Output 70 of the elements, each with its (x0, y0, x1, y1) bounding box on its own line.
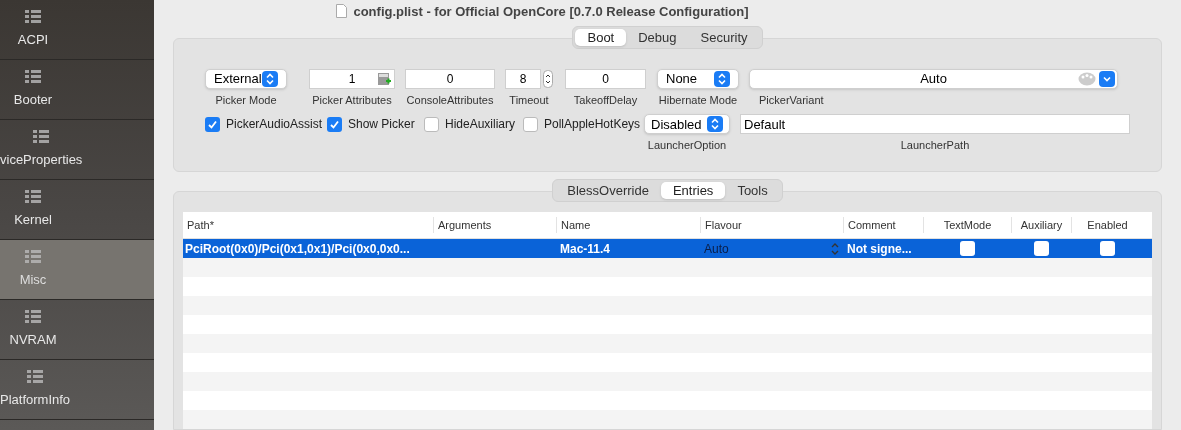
list-icon (25, 249, 41, 264)
field-label: ConsoleAttributes (406, 92, 494, 108)
tab[interactable]: BlessOverride (555, 182, 661, 199)
input-field[interactable]: 0 (405, 68, 495, 89)
list-icon (25, 309, 41, 324)
list-icon (27, 369, 44, 384)
field-label: LauncherOption (647, 138, 727, 154)
field-label: Timeout (509, 92, 549, 108)
checkbox-label: HideAuxiliary (445, 116, 516, 134)
tab[interactable]: Entries (660, 182, 726, 199)
list-icon (25, 9, 41, 24)
table-cell-text: PciRoot(0x0)/Pci(0x1,0x1)/Pci(0x0,0x0... (184, 240, 411, 258)
field-label: Picker Attributes (312, 92, 392, 108)
input-field[interactable]: 0 (565, 68, 646, 89)
popup-arrows-icon (707, 116, 723, 133)
field-label: LauncherPath (900, 138, 970, 154)
field-label: Picker Mode (215, 92, 277, 108)
popup-button[interactable]: External (205, 68, 287, 89)
column-header[interactable]: Enabled (1071, 216, 1143, 234)
sidebar-item[interactable]: Misc (0, 240, 154, 300)
checkbox[interactable] (1033, 241, 1049, 256)
checkbox[interactable] (523, 116, 538, 132)
checkbox[interactable] (205, 116, 220, 132)
field-label: TakeoffDelay (573, 92, 638, 108)
tab[interactable]: Security (688, 28, 760, 46)
sidebar-item[interactable]: PlatformInfo (0, 360, 154, 420)
checkbox[interactable] (1099, 241, 1115, 256)
checkbox-label: PickerAudioAssist (226, 116, 323, 134)
table-row[interactable]: PciRoot(0x0)/Pci(0x1,0x1)/Pci(0x0,0x0... Mac-11.4 Auto Not signe... (183, 239, 1152, 258)
stepper-icon[interactable] (543, 69, 553, 88)
sidebar-item[interactable]: Booter (0, 60, 154, 120)
tab[interactable]: Tools (725, 182, 780, 199)
column-header[interactable]: TextMode (923, 216, 1011, 234)
sidebar-item[interactable]: viceProperties (0, 120, 154, 180)
column-header[interactable]: Flavour (700, 216, 843, 234)
column-header[interactable]: Arguments (433, 216, 556, 234)
list-icon (25, 189, 41, 204)
tab[interactable]: Boot (575, 28, 627, 46)
popup-button[interactable]: None (657, 68, 739, 89)
column-header[interactable]: Comment (843, 216, 923, 234)
input-field[interactable]: 1 (309, 68, 395, 89)
popup-arrows-icon (714, 70, 730, 87)
input-field[interactable]: 8 (505, 68, 541, 89)
checkbox-label: PollAppleHotKeys (544, 116, 641, 134)
column-header[interactable]: Auxiliary (1011, 216, 1071, 234)
popup-arrows-icon (262, 70, 278, 87)
combo-box[interactable]: Auto (749, 68, 1118, 89)
field-label: PickerVariant (759, 92, 824, 108)
popup-button[interactable]: Disabled (644, 114, 730, 135)
checkbox[interactable] (424, 116, 439, 132)
table-cell-text: Not signe... (846, 240, 913, 258)
palette-icon (1078, 71, 1096, 86)
input-field[interactable]: Default (740, 114, 1130, 135)
checkmark-icon (329, 118, 340, 130)
sidebar-item[interactable]: ACPI (0, 0, 154, 60)
checkmark-icon (207, 118, 218, 130)
list-icon (25, 69, 41, 84)
sidebar-item[interactable]: NVRAM (0, 300, 154, 360)
column-header[interactable]: Name (556, 216, 700, 234)
table-cell-text: Mac-11.4 (559, 240, 612, 258)
list-icon (33, 129, 50, 144)
checkbox[interactable] (959, 241, 975, 256)
column-header[interactable]: Path* (183, 216, 433, 234)
field-label: Hibernate Mode (658, 92, 738, 108)
checkbox-label: Show Picker (348, 116, 415, 134)
document-icon (336, 4, 348, 19)
popup-arrows-icon (831, 242, 839, 255)
checkbox[interactable] (327, 116, 342, 132)
window-title: config.plist - for Official OpenCore [0.7.0 Release Configuration] (353, 2, 749, 21)
tab[interactable]: Debug (626, 28, 689, 46)
